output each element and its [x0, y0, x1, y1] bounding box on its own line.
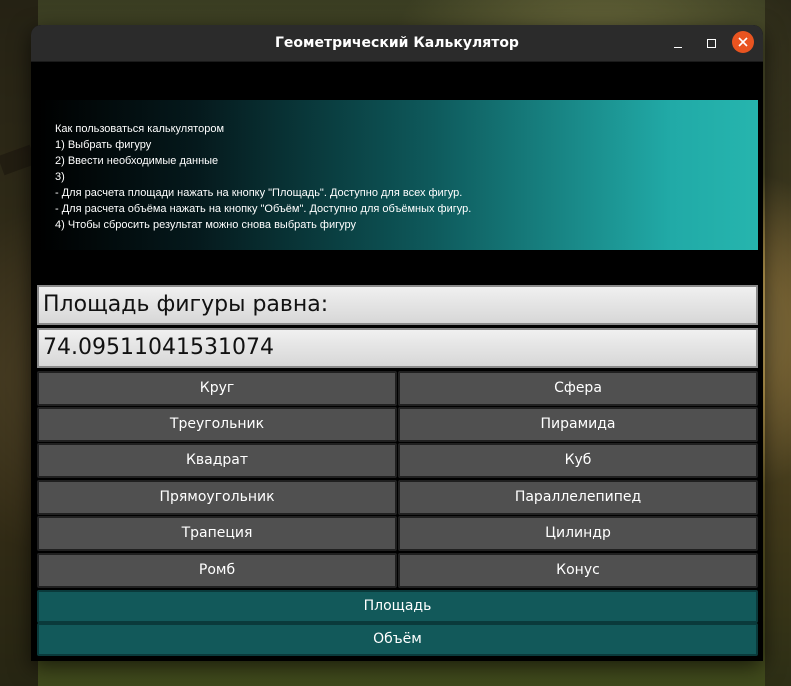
window-title: Геометрический Калькулятор — [275, 35, 519, 51]
instructions-line: 4) Чтобы сбросить результат можно снова … — [55, 219, 357, 231]
result-label: Площадь фигуры равна: — [37, 285, 758, 325]
instructions-panel: Как пользоваться калькулятором 1) Выбрат… — [37, 100, 758, 250]
sphere-button[interactable]: Сфера — [398, 371, 758, 406]
square-button[interactable]: Квадрат — [37, 443, 397, 478]
instructions-line: - Для расчета объёма нажать на кнопку "О… — [55, 203, 472, 215]
pyramid-button[interactable]: Пирамида — [398, 407, 758, 442]
cylinder-button[interactable]: Цилиндр — [398, 516, 758, 551]
wallpaper-trunk-right — [765, 0, 791, 686]
rectangle-button[interactable]: Прямоугольник — [37, 480, 397, 515]
cube-button[interactable]: Куб — [398, 443, 758, 478]
volume-button[interactable]: Объём — [37, 623, 758, 656]
result-value: 74.09511041531074 — [37, 328, 758, 368]
instructions-line: 3) — [55, 171, 65, 183]
cone-button[interactable]: Конус — [398, 553, 758, 588]
minimize-icon[interactable] — [667, 32, 689, 54]
area-button[interactable]: Площадь — [37, 590, 758, 623]
instructions-line: 1) Выбрать фигуру — [55, 139, 152, 151]
maximize-icon[interactable] — [700, 32, 722, 54]
rhombus-button[interactable]: Ромб — [37, 553, 397, 588]
close-icon[interactable] — [732, 31, 754, 53]
instructions-line: - Для расчета площади нажать на кнопку "… — [55, 187, 463, 199]
triangle-button[interactable]: Треугольник — [37, 407, 397, 442]
parallelepiped-button[interactable]: Параллелепипед — [398, 480, 758, 515]
calculator-window: Геометрический Калькулятор Как пользоват… — [31, 25, 763, 661]
title-bar[interactable]: Геометрический Калькулятор — [31, 25, 763, 62]
instructions-heading: Как пользоваться калькулятором — [55, 123, 225, 135]
instructions-line: 2) Ввести необходимые данные — [55, 155, 219, 167]
trapezoid-button[interactable]: Трапеция — [37, 516, 397, 551]
circle-button[interactable]: Круг — [37, 371, 397, 406]
